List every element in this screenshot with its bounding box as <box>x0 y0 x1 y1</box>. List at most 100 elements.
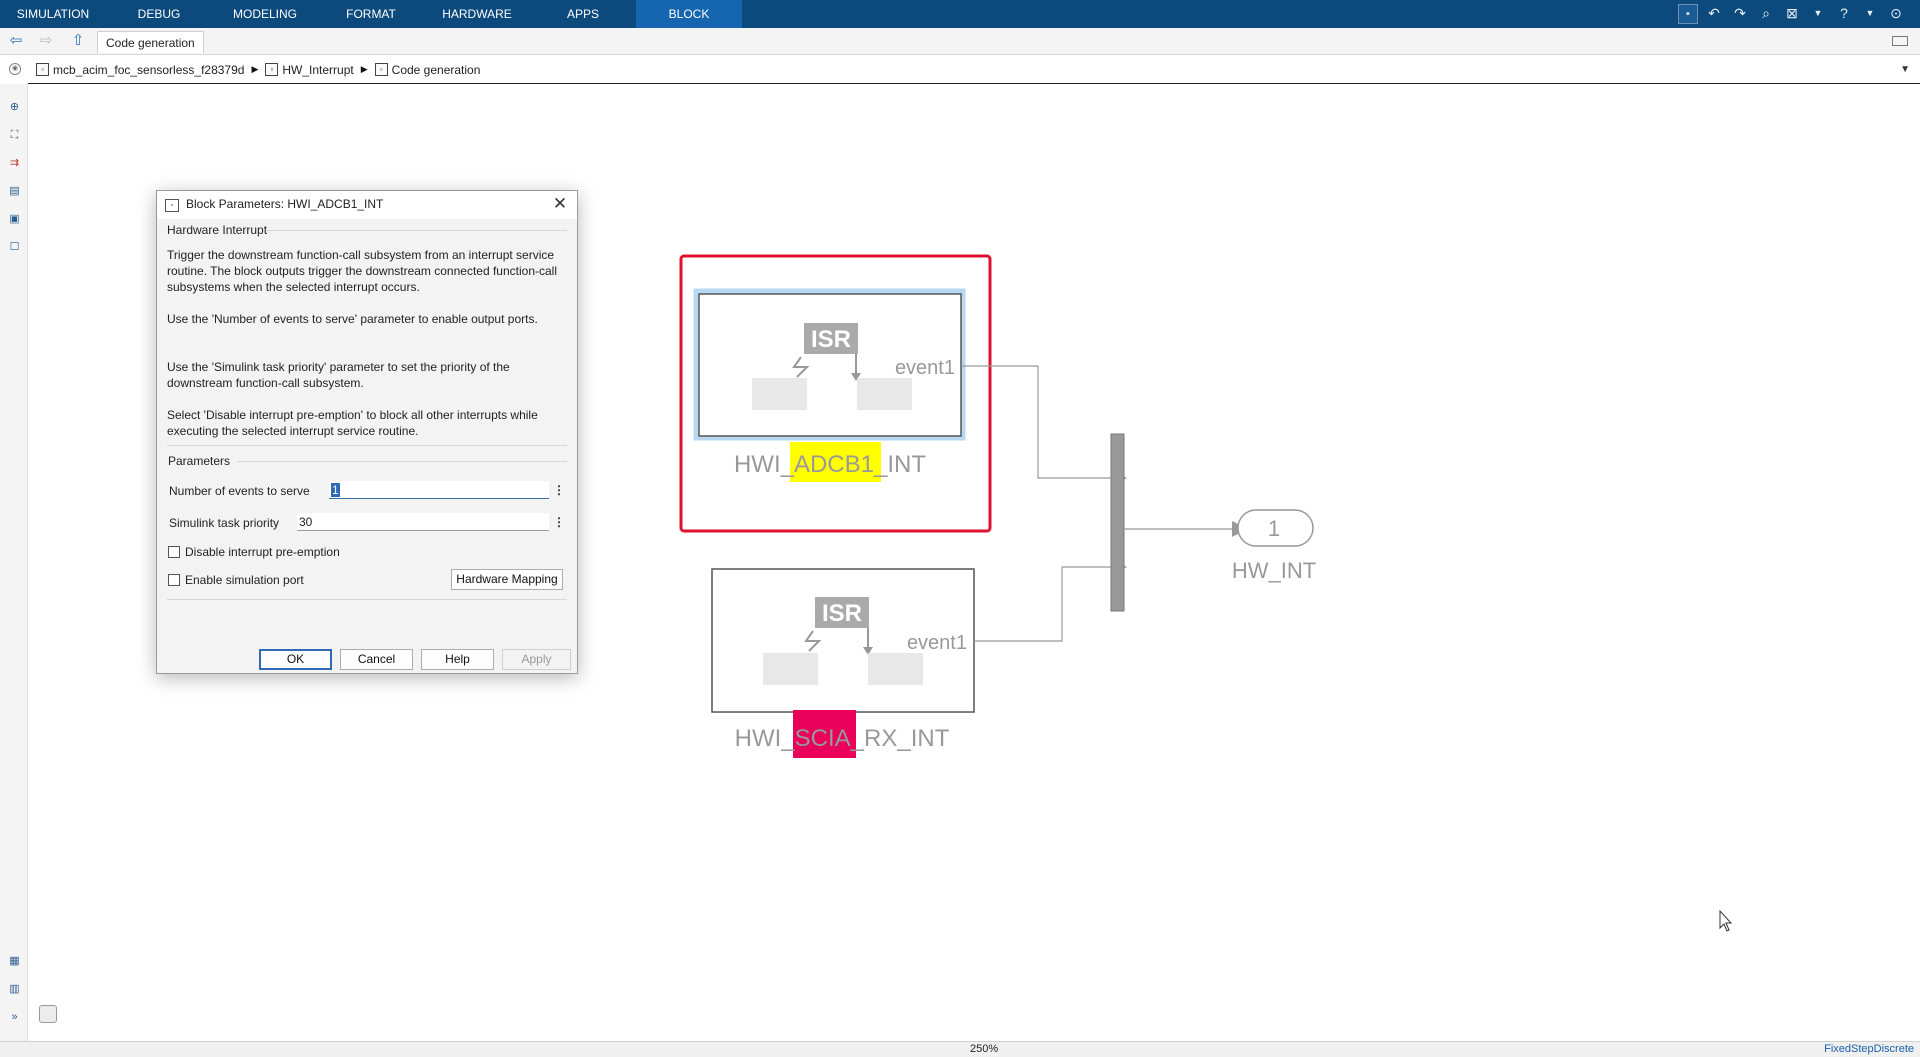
placeholder-box <box>857 378 912 410</box>
tab-simulation[interactable]: SIMULATION <box>0 0 106 28</box>
model-browser-toggle-icon[interactable] <box>39 1005 57 1023</box>
fit-to-view-icon[interactable]: ⛶ <box>7 128 22 142</box>
enable-sim-port-label[interactable]: Enable simulation port <box>185 573 304 587</box>
subsystem-icon: ▫ <box>265 63 279 76</box>
search-icon[interactable]: ⌕ <box>1756 4 1776 24</box>
enable-sim-port-checkbox[interactable] <box>168 574 180 586</box>
dialog-title: Block Parameters: HWI_ADCB1_INT <box>186 197 384 211</box>
tab-modeling[interactable]: MODELING <box>212 0 318 28</box>
close-icon[interactable]: ✕ <box>549 193 571 215</box>
quick-access-toolbar: ▪ ↶ ↷ ⌕ ⊠ ▼ ? ▼ ⊙ <box>1678 0 1920 28</box>
divider <box>267 230 567 231</box>
divider <box>167 599 567 600</box>
dialog-heading: Hardware Interrupt <box>167 223 268 237</box>
breadcrumb: ▫ mcb_acim_foc_sensorless_f28379d ▶ ▫ HW… <box>28 56 1920 84</box>
find-replace-icon[interactable]: ⊠ <box>1782 4 1802 24</box>
name-suffix: _RX_INT <box>850 725 950 752</box>
name-prefix: HWI_ <box>735 725 796 752</box>
undo-icon[interactable]: ↶ <box>1704 4 1724 24</box>
model-icon: ▫ <box>36 63 49 76</box>
help-button[interactable]: Help <box>421 649 494 670</box>
tab-code-generation[interactable]: Code generation <box>97 31 204 53</box>
port-label-event1: event1 <box>907 632 967 654</box>
parameters-heading: Parameters <box>168 454 231 468</box>
mux-block[interactable] <box>1110 433 1125 612</box>
ok-button[interactable]: OK <box>259 649 332 670</box>
placeholder-box <box>868 653 923 685</box>
cancel-button[interactable]: Cancel <box>340 649 413 670</box>
back-arrow-icon[interactable]: ⇦ <box>6 32 26 50</box>
tab-block[interactable]: BLOCK <box>636 0 742 28</box>
placeholder-box <box>763 653 818 685</box>
events-label: Number of events to serve <box>169 484 310 498</box>
task-priority-field[interactable]: 30 <box>297 513 549 531</box>
collapse-ribbon-icon[interactable]: ⊙ <box>1886 4 1906 24</box>
name-suffix: _INT <box>873 451 926 478</box>
signal-line[interactable] <box>961 365 1111 479</box>
placeholder-box <box>752 378 807 410</box>
name-highlight-text: SCIA <box>795 725 851 752</box>
left-palette: ⊕ ⛶ ⇉ ▤ ▣ ☐ ▦ ▥ » <box>0 84 28 1041</box>
signal-arrow-icon[interactable]: ⇉ <box>7 156 22 170</box>
tab-format[interactable]: FORMAT <box>318 0 424 28</box>
name-highlight-text: ADCB1 <box>794 451 874 478</box>
task-priority-value: 30 <box>299 515 313 529</box>
help-dropdown-icon[interactable]: ▼ <box>1860 4 1880 24</box>
divider <box>167 445 567 446</box>
breadcrumb-item-code-generation[interactable]: Code generation <box>392 63 481 77</box>
solver-link[interactable]: FixedStepDiscrete <box>1824 1042 1914 1057</box>
image-icon[interactable]: ▣ <box>7 212 22 226</box>
area-icon[interactable]: ☐ <box>7 240 22 254</box>
ribbon-tab-bar: SIMULATION DEBUG MODELING FORMAT HARDWAR… <box>0 0 1920 28</box>
help-icon[interactable]: ? <box>1834 4 1854 24</box>
outport-number: 1 <box>1268 516 1280 541</box>
isr-label: ISR <box>811 326 851 353</box>
description-paragraph: Trigger the downstream function-call sub… <box>167 248 557 294</box>
annotation-icon[interactable]: ▤ <box>7 184 22 198</box>
more-options-icon[interactable]: ⋮ <box>553 513 565 531</box>
description-paragraph: Select 'Disable interrupt pre-emption' t… <box>167 408 538 438</box>
block-name-hwi-scia-rx[interactable]: HWI_SCIA_RX_INT <box>735 725 950 752</box>
breadcrumb-item-model[interactable]: mcb_acim_foc_sensorless_f28379d <box>53 63 244 77</box>
name-prefix: HWI_ <box>734 451 795 478</box>
block-parameters-dialog: ▫ Block Parameters: HWI_ADCB1_INT ✕ Hard… <box>156 190 578 674</box>
port-label-event1: event1 <box>895 357 955 379</box>
keyboard-icon[interactable] <box>1892 36 1908 46</box>
mouse-cursor-icon <box>1719 909 1733 932</box>
dialog-titlebar[interactable]: ▫ Block Parameters: HWI_ADCB1_INT ✕ <box>157 191 577 219</box>
status-bar: 250% FixedStepDiscrete <box>0 1041 1920 1057</box>
screenshot-icon[interactable]: ▦ <box>7 954 22 968</box>
block-icon: ▫ <box>165 199 179 212</box>
subsystem-icon: ▫ <box>374 63 388 76</box>
navigation-bar: ⇦ ⇨ ⇧ Code generation <box>0 28 1920 55</box>
forward-arrow-icon[interactable]: ⇨ <box>36 32 56 50</box>
chevron-right-icon: ▶ <box>251 64 259 74</box>
signal-line[interactable] <box>974 566 1111 642</box>
apply-button[interactable]: Apply <box>502 649 571 670</box>
tab-debug[interactable]: DEBUG <box>106 0 212 28</box>
events-to-serve-value: 1 <box>331 483 340 497</box>
priority-label: Simulink task priority <box>169 516 280 530</box>
save-icon[interactable]: ▪ <box>1678 4 1698 24</box>
outport-name[interactable]: HW_INT <box>1232 558 1316 583</box>
disable-preemption-checkbox[interactable] <box>168 546 180 558</box>
up-level-icon[interactable]: ⇧ <box>68 32 88 50</box>
breadcrumb-item-hw-interrupt[interactable]: HW_Interrupt <box>282 63 353 77</box>
hardware-mapping-button[interactable]: Hardware Mapping <box>451 569 563 590</box>
block-name-hwi-adcb1[interactable]: HWI_ADCB1_INT <box>734 451 926 478</box>
zoom-icon[interactable]: ⊕ <box>7 100 22 114</box>
redo-icon[interactable]: ↷ <box>1730 4 1750 24</box>
events-to-serve-field[interactable]: 1 <box>329 481 549 499</box>
tab-hardware[interactable]: HARDWARE <box>424 0 530 28</box>
chevron-down-icon[interactable]: ▼ <box>1808 4 1828 24</box>
model-browser-icon[interactable]: ◉ <box>9 63 21 75</box>
more-options-icon[interactable]: ⋮ <box>553 481 565 499</box>
breadcrumb-dropdown-icon[interactable]: ▼ <box>1900 64 1910 75</box>
property-inspector-icon[interactable]: ▥ <box>7 982 22 996</box>
expand-palette-icon[interactable]: » <box>7 1010 22 1024</box>
description-paragraph: Use the 'Number of events to serve' para… <box>167 312 538 326</box>
disable-preemption-label[interactable]: Disable interrupt pre-emption <box>185 545 340 559</box>
description-paragraph: Use the 'Simulink task priority' paramet… <box>167 360 510 390</box>
tab-apps[interactable]: APPS <box>530 0 636 28</box>
isr-label: ISR <box>822 600 862 627</box>
